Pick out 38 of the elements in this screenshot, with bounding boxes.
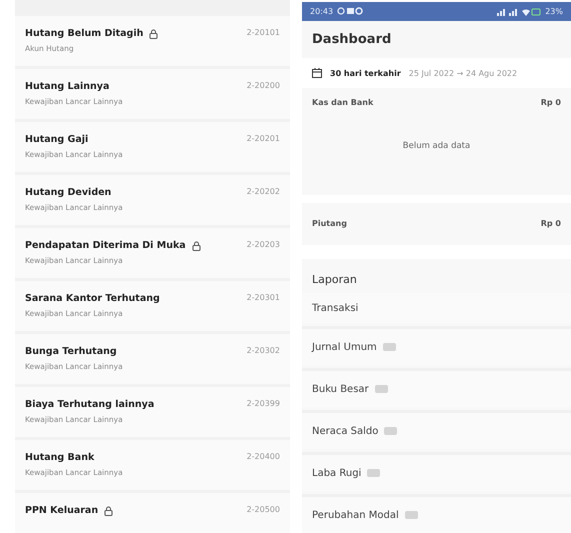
account-name: Pendapatan Diterima Di Muka: [25, 240, 186, 251]
empty-message: Belum ada data: [402, 141, 470, 152]
notification-icons: [337, 7, 364, 16]
account-name: Hutang Gaji: [25, 134, 88, 145]
status-time: 20:43: [310, 6, 334, 16]
account-code: 2-20101: [246, 28, 280, 37]
lock-icon: [104, 506, 114, 516]
account-code: 2-20301: [246, 293, 280, 302]
account-name: Bunga Terhutang: [25, 346, 117, 357]
date-range: 25 Jul 2022 → 24 Agu 2022: [408, 68, 518, 78]
card-amount: Rp 0: [540, 98, 561, 108]
card-label: Piutang: [312, 219, 347, 228]
account-code: 2-20203: [246, 240, 280, 249]
account-name: Hutang Belum Ditagih: [25, 28, 144, 39]
battery-level: 23%: [545, 6, 563, 16]
account-code: 2-20399: [246, 399, 280, 408]
account-name: Hutang Bank: [25, 452, 94, 463]
account-name: PPN Keluaran: [25, 505, 98, 516]
section-title: Laporan: [311, 272, 358, 288]
calendar-icon[interactable]: [312, 68, 322, 78]
account-row[interactable]: PPN Keluaran 2-20500: [15, 493, 290, 533]
signal-icons: [497, 6, 542, 16]
account-code: 2-20200: [246, 81, 280, 90]
period-label[interactable]: 30 hari terkahir: [330, 68, 401, 78]
account-name: Hutang Deviden: [25, 187, 112, 198]
account-code: 2-20201: [246, 134, 280, 143]
account-name: Hutang Lainnya: [25, 81, 110, 92]
page-title: Dashboard: [312, 32, 392, 47]
account-code: 2-20202: [246, 187, 280, 196]
card-label: Kas dan Bank: [312, 98, 374, 108]
card-amount: Rp 0: [540, 219, 561, 228]
account-name: Sarana Kantor Terhutang: [25, 293, 160, 304]
lock-icon: [149, 28, 158, 38]
lock-icon: [192, 240, 201, 250]
account-code: 2-20302: [246, 346, 280, 355]
account-code: 2-20500: [246, 505, 280, 514]
account-name: Biaya Terhutang lainnya: [25, 399, 154, 410]
account-code: 2-20400: [246, 452, 280, 461]
